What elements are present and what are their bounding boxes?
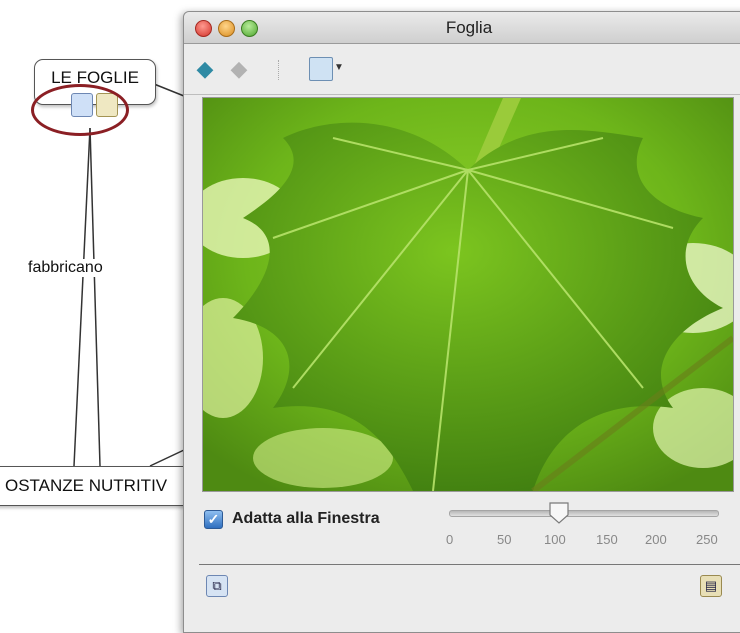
fit-to-window-label: Adatta alla Finestra xyxy=(232,510,380,527)
concept-nutrients-label: OSTANZE NUTRITIV xyxy=(5,476,168,495)
window-title: Foglia xyxy=(445,18,493,37)
zoom-slider-track[interactable] xyxy=(449,510,719,517)
image-info-icon[interactable]: ▤ xyxy=(700,575,722,597)
map-view-icon[interactable]: ⧉ xyxy=(206,575,228,597)
link-line-right xyxy=(89,127,101,467)
link-line-nutrients xyxy=(149,449,185,467)
fit-to-window-checkbox[interactable]: ✓ xyxy=(204,510,223,529)
zoom-tick-label: 200 xyxy=(645,532,667,547)
zoom-tick-label: 150 xyxy=(596,532,618,547)
zoom-tick-label: 250 xyxy=(696,532,718,547)
zoom-slider-thumb[interactable] xyxy=(548,501,570,525)
zoom-tick-label: 100 xyxy=(544,532,566,547)
highlight-circle xyxy=(31,84,129,136)
link-line-left xyxy=(73,127,91,467)
image-display xyxy=(202,97,734,492)
bottom-divider xyxy=(199,564,740,565)
zoom-tick-label: 50 xyxy=(497,532,512,547)
forward-arrow-icon[interactable]: ◆ xyxy=(226,56,252,82)
concept-leaves-label: LE FOGLIE xyxy=(51,68,139,87)
link-line-to-window xyxy=(153,83,185,97)
toolbar-separator xyxy=(278,60,280,80)
window-titlebar[interactable]: Foglia xyxy=(184,12,740,44)
leaf-photo xyxy=(203,98,733,491)
chevron-down-icon[interactable]: ▼ xyxy=(334,62,344,73)
view-menu-icon[interactable] xyxy=(309,57,333,81)
back-arrow-icon[interactable]: ◆ xyxy=(192,56,218,82)
image-viewer-window: Foglia ◆ ◆ ▼ ✓ Adatta alla Finestra 0 50… xyxy=(183,11,740,633)
zoom-slider[interactable] xyxy=(449,502,719,525)
zoom-tick-label: 0 xyxy=(446,532,454,547)
link-label[interactable]: fabbricano xyxy=(28,259,103,277)
viewer-toolbar: ◆ ◆ ▼ xyxy=(184,44,740,95)
